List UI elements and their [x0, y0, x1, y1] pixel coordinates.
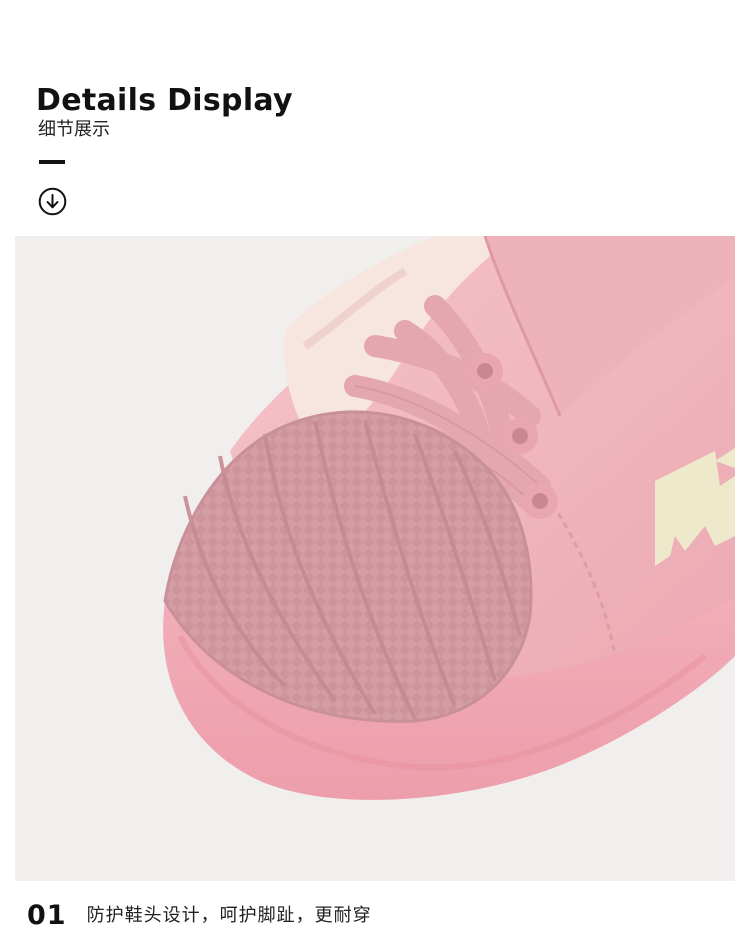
title-underline [39, 160, 65, 164]
arrow-down-circle-icon[interactable] [38, 187, 67, 216]
section-subtitle: 细节展示 [38, 119, 110, 140]
section-title: Details Display [36, 83, 293, 118]
feature-caption: 01 防护鞋头设计，呵护脚趾，更耐穿 [27, 898, 372, 934]
feature-text: 防护鞋头设计，呵护脚趾，更耐穿 [86, 905, 372, 926]
product-detail-image [15, 236, 735, 881]
feature-number: 01 [27, 900, 67, 931]
